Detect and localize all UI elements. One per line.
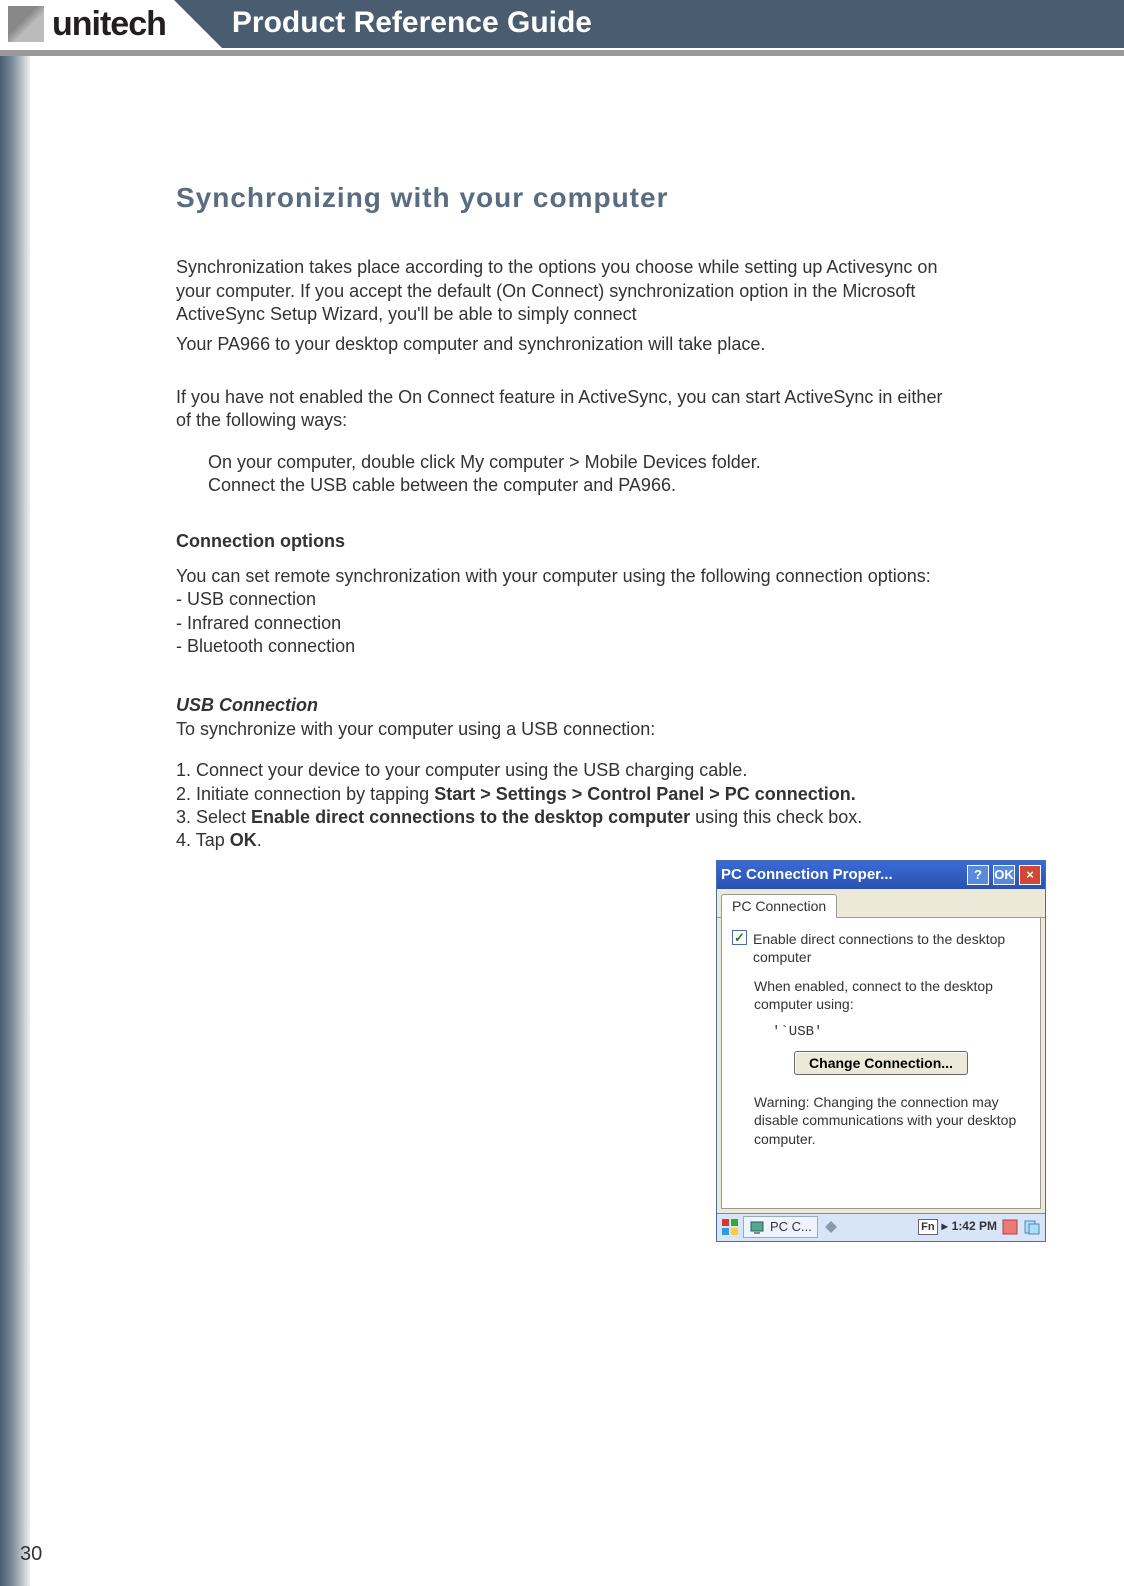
connection-options-intro: You can set remote synchronization with … xyxy=(176,565,956,588)
fn-indicator: Fn xyxy=(918,1219,937,1235)
step-3-prefix: 3. Select xyxy=(176,807,251,827)
tray-icon-2[interactable] xyxy=(1023,1218,1041,1236)
enable-description: When enabled, connect to the desktop com… xyxy=(754,977,1030,1013)
clock: 1:42 PM xyxy=(952,1219,997,1235)
step-3: 3. Select Enable direct connections to t… xyxy=(176,806,956,829)
doc-title: Product Reference Guide xyxy=(222,0,1124,48)
page-number: 30 xyxy=(20,1543,42,1566)
side-accent xyxy=(0,56,30,1586)
intro-p1: Synchronization takes place according to… xyxy=(176,256,956,326)
step-2: 2. Initiate connection by tapping Start … xyxy=(176,783,956,806)
connection-options-head: Connection options xyxy=(176,530,956,553)
unitech-logo-icon xyxy=(8,6,44,42)
opt-bluetooth: - Bluetooth connection xyxy=(176,635,956,658)
tray-arrow-icon: ▸ xyxy=(942,1219,948,1235)
pc-connection-dialog: PC Connection Proper... ? OK × PC Connec… xyxy=(716,860,1046,1242)
page-header: unitech Product Reference Guide xyxy=(0,0,1124,48)
dialog-panel: ✓ Enable direct connections to the deskt… xyxy=(721,918,1041,1209)
usb-connection-head: USB Connection xyxy=(176,694,956,717)
dialog-tabs: PC Connection xyxy=(717,889,1045,918)
intro-p2: If you have not enabled the On Connect f… xyxy=(176,386,956,433)
warning-text: Warning: Changing the connection may dis… xyxy=(754,1093,1030,1148)
dialog-titlebar: PC Connection Proper... ? OK × xyxy=(717,861,1045,889)
close-button[interactable]: × xyxy=(1019,865,1041,885)
help-button[interactable]: ? xyxy=(967,865,989,885)
brand-name: unitech xyxy=(52,5,166,44)
change-connection-button[interactable]: Change Connection... xyxy=(794,1051,968,1075)
step-1: 1. Connect your device to your computer … xyxy=(176,759,956,782)
header-divider xyxy=(0,50,1124,56)
dialog-title: PC Connection Proper... xyxy=(721,865,963,885)
intro-p1b: Your PA966 to your desktop computer and … xyxy=(176,333,956,356)
header-chevron xyxy=(174,0,222,48)
enable-checkbox-row[interactable]: ✓ Enable direct connections to the deskt… xyxy=(732,930,1030,966)
step-3-option: Enable direct connections to the desktop… xyxy=(251,807,690,827)
step-4-suffix: . xyxy=(257,830,262,850)
opt-usb: - USB connection xyxy=(176,588,956,611)
taskbar-tray: Fn ▸ 1:42 PM xyxy=(918,1218,1041,1236)
enable-checkbox[interactable]: ✓ xyxy=(732,930,747,945)
taskbar-app-button[interactable]: PC C... xyxy=(743,1216,818,1238)
opt-infrared: - Infrared connection xyxy=(176,612,956,635)
enable-checkbox-label: Enable direct connections to the desktop… xyxy=(753,930,1030,966)
step-2-path: Start > Settings > Control Panel > PC co… xyxy=(434,784,856,804)
pc-icon xyxy=(749,1218,767,1236)
tab-pc-connection[interactable]: PC Connection xyxy=(721,894,837,918)
usb-intro: To synchronize with your computer using … xyxy=(176,718,956,741)
main-content: Synchronizing with your computer Synchro… xyxy=(176,180,956,853)
step-3-suffix: using this check box. xyxy=(690,807,862,827)
brand-logo: unitech xyxy=(0,0,174,48)
taskbar: PC C... Fn ▸ 1:42 PM xyxy=(717,1213,1045,1241)
bullet-1: On your computer, double click My comput… xyxy=(208,451,956,474)
section-title: Synchronizing with your computer xyxy=(176,180,956,216)
start-icon[interactable] xyxy=(721,1218,739,1236)
taskbar-sep-icon xyxy=(822,1218,840,1236)
step-4: 4. Tap OK. xyxy=(176,829,956,852)
bullet-2: Connect the USB cable between the comput… xyxy=(208,474,956,497)
step-4-ok: OK xyxy=(230,830,257,850)
step-4-prefix: 4. Tap xyxy=(176,830,230,850)
step-2-prefix: 2. Initiate connection by tapping xyxy=(176,784,434,804)
ok-button[interactable]: OK xyxy=(993,865,1015,885)
connection-type: '`USB' xyxy=(772,1023,1030,1041)
taskbar-app-label: PC C... xyxy=(770,1219,812,1236)
tray-icon-1[interactable] xyxy=(1001,1218,1019,1236)
